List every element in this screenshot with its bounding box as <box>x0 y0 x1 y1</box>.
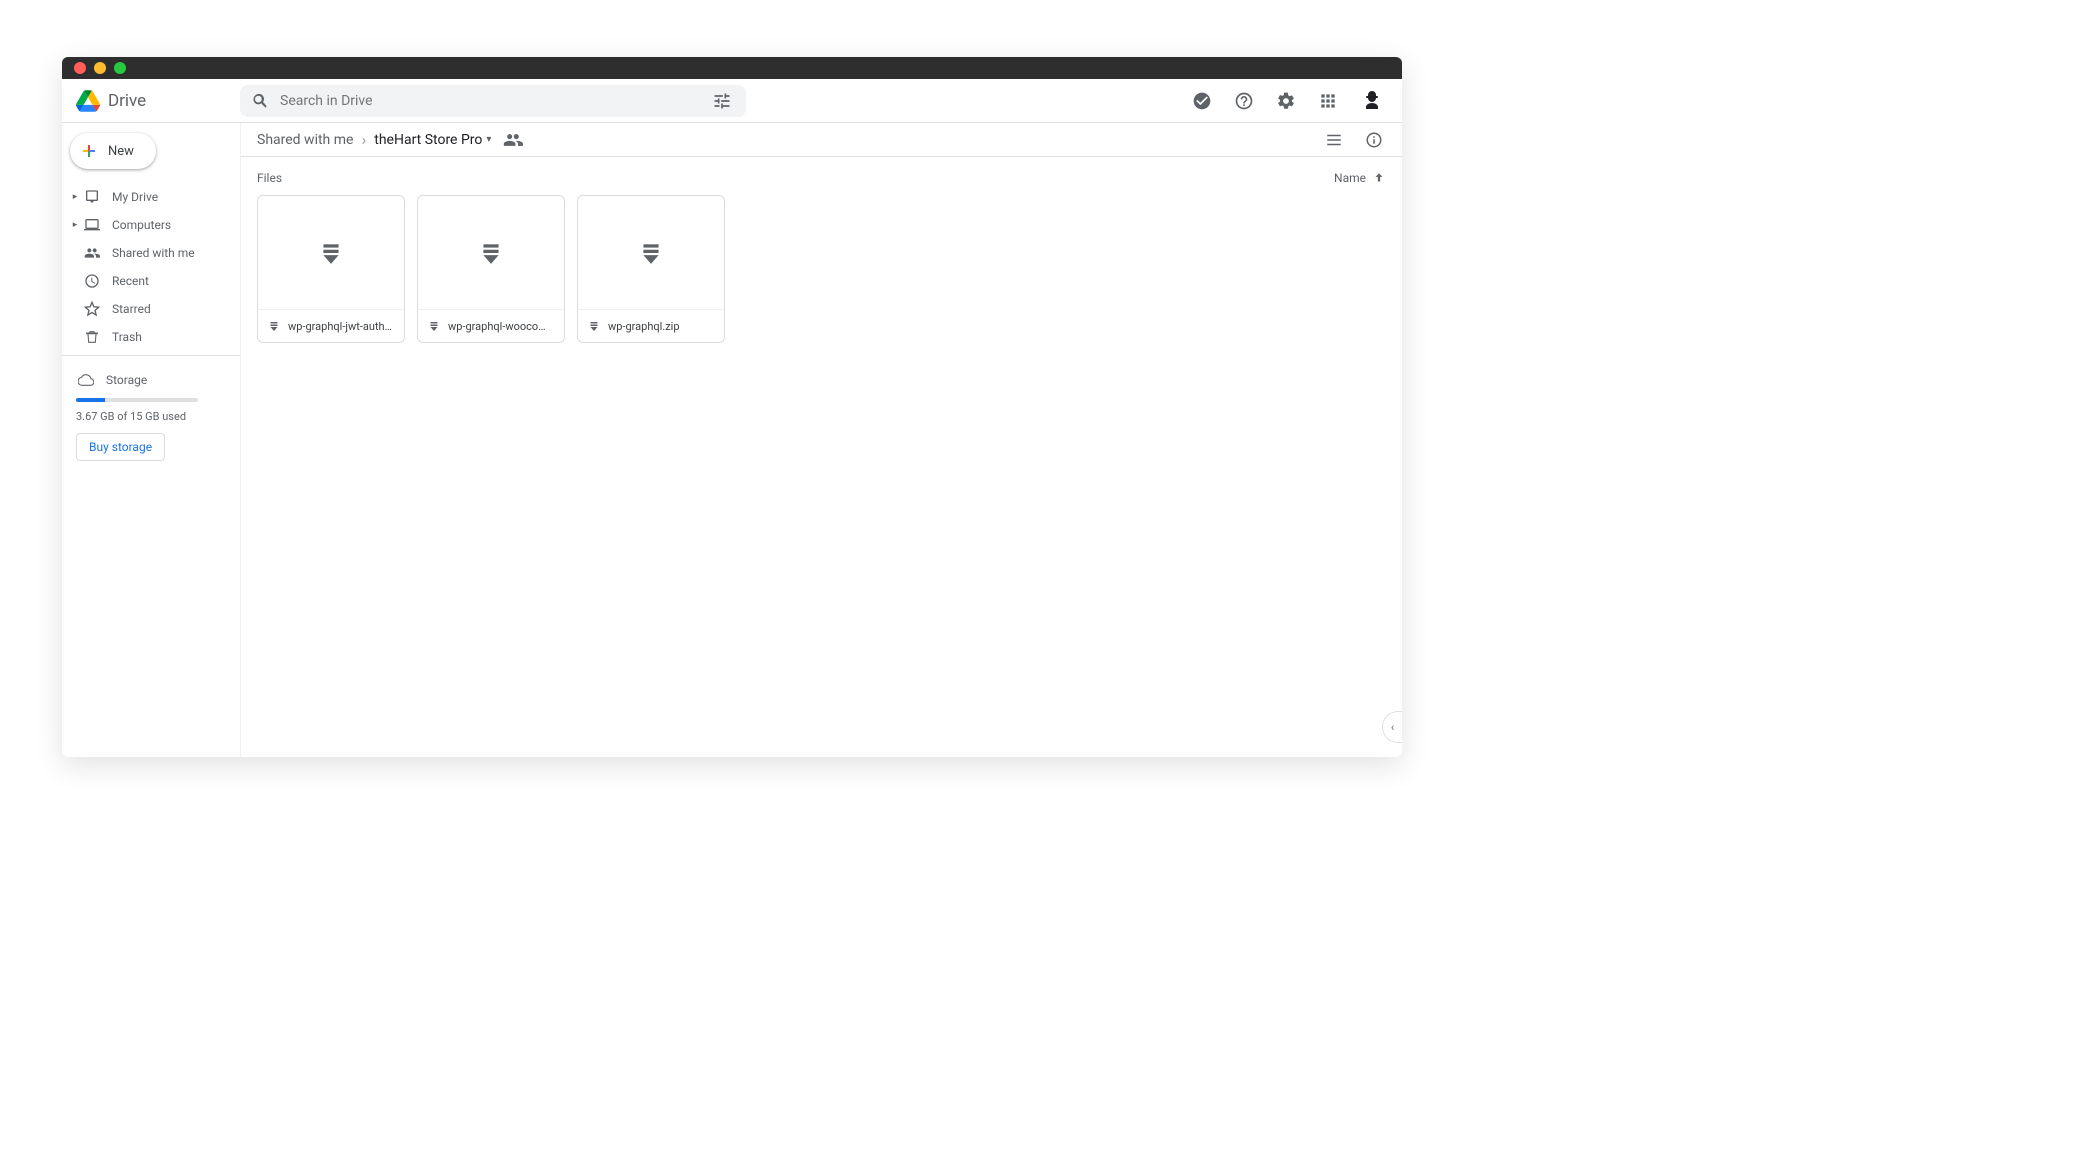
list-view-icon[interactable] <box>1322 128 1346 152</box>
arrow-up-icon <box>1372 171 1386 185</box>
breadcrumb-current[interactable]: theHart Store Pro ▾ <box>374 132 491 148</box>
file-card[interactable]: wp-graphql-jwt-authen… <box>257 195 405 343</box>
header-actions <box>1190 87 1386 115</box>
buy-storage-button[interactable]: Buy storage <box>76 433 165 461</box>
app-window: Drive <box>62 57 1402 757</box>
shared-folder-icon[interactable] <box>501 128 525 152</box>
search-icon <box>252 92 270 110</box>
sort-control[interactable]: Name <box>1334 171 1386 185</box>
my-drive-icon <box>82 189 102 205</box>
sidebar-item-computers[interactable]: ▸ Computers <box>62 211 240 239</box>
sidebar-item-recent[interactable]: Recent <box>62 267 240 295</box>
archive-icon <box>428 320 440 332</box>
content-area: Files Name wp- <box>241 157 1402 757</box>
settings-icon[interactable] <box>1274 89 1298 113</box>
file-card[interactable]: wp-graphql-woocomm… <box>417 195 565 343</box>
file-thumbnail <box>578 196 724 310</box>
divider <box>62 355 240 356</box>
storage-block: Storage 3.67 GB of 15 GB used Buy storag… <box>62 360 240 461</box>
sidebar-item-trash[interactable]: Trash <box>62 323 240 351</box>
breadcrumb-root[interactable]: Shared with me <box>257 132 353 148</box>
section-label: Files <box>257 171 282 185</box>
brand-label: Drive <box>108 91 146 111</box>
plus-icon <box>80 142 98 160</box>
sidebar-item-my-drive[interactable]: ▸ My Drive <box>62 183 240 211</box>
offline-status-icon[interactable] <box>1190 89 1214 113</box>
file-thumbnail <box>418 196 564 310</box>
search-bar[interactable] <box>240 85 746 117</box>
sidebar-item-label: Trash <box>112 330 142 344</box>
archive-icon <box>588 320 600 332</box>
minimize-window-button[interactable] <box>94 62 106 74</box>
archive-icon <box>638 240 664 266</box>
sidebar-item-label: My Drive <box>112 190 158 204</box>
main-panel: Shared with me › theHart Store Pro ▾ <box>240 123 1402 757</box>
archive-icon <box>318 240 344 266</box>
computers-icon <box>82 217 102 233</box>
file-name: wp-graphql.zip <box>608 320 680 333</box>
storage-usage-text: 3.67 GB of 15 GB used <box>76 410 226 423</box>
cloud-icon <box>76 372 96 388</box>
storage-label: Storage <box>106 373 147 387</box>
window-title-bar <box>62 57 1402 79</box>
brand[interactable]: Drive <box>76 89 240 113</box>
file-thumbnail <box>258 196 404 310</box>
archive-icon <box>478 240 504 266</box>
sidebar-item-label: Shared with me <box>112 246 195 260</box>
apps-grid-icon[interactable] <box>1316 89 1340 113</box>
sidebar-item-label: Computers <box>112 218 171 232</box>
sidebar-item-starred[interactable]: Starred <box>62 295 240 323</box>
search-options-icon[interactable] <box>710 89 734 113</box>
shared-icon <box>82 245 102 261</box>
sidebar-item-storage[interactable]: Storage <box>76 366 226 394</box>
side-panel-toggle[interactable]: ‹ <box>1382 711 1402 743</box>
info-icon[interactable] <box>1362 128 1386 152</box>
help-icon[interactable] <box>1232 89 1256 113</box>
chevron-down-icon[interactable]: ▾ <box>486 134 491 145</box>
new-button-label: New <box>108 144 134 159</box>
file-name: wp-graphql-woocomm… <box>448 320 554 333</box>
breadcrumb-current-label: theHart Store Pro <box>374 132 482 148</box>
storage-progress <box>76 398 198 402</box>
file-name: wp-graphql-jwt-authen… <box>288 320 394 333</box>
app-header: Drive <box>62 79 1402 123</box>
recent-icon <box>82 273 102 289</box>
sort-label: Name <box>1334 171 1366 185</box>
sidebar-item-label: Starred <box>112 302 151 316</box>
file-card[interactable]: wp-graphql.zip <box>577 195 725 343</box>
archive-icon <box>268 320 280 332</box>
nav: ▸ My Drive ▸ Computers Shared with me <box>62 183 240 360</box>
star-icon <box>82 301 102 317</box>
close-window-button[interactable] <box>74 62 86 74</box>
new-button[interactable]: New <box>70 133 156 169</box>
sidebar-item-label: Recent <box>112 274 149 288</box>
expand-icon[interactable]: ▸ <box>70 220 80 230</box>
drive-logo-icon <box>76 89 100 113</box>
file-grid: wp-graphql-jwt-authen… wp-graphql-woocom… <box>257 195 1386 343</box>
search-input[interactable] <box>280 93 710 109</box>
sidebar: New ▸ My Drive ▸ Computers <box>62 123 240 757</box>
expand-icon[interactable]: ▸ <box>70 192 80 202</box>
chevron-right-icon: › <box>361 130 366 149</box>
account-avatar[interactable] <box>1358 87 1386 115</box>
sidebar-item-shared[interactable]: Shared with me <box>62 239 240 267</box>
breadcrumb-bar: Shared with me › theHart Store Pro ▾ <box>241 123 1402 157</box>
trash-icon <box>82 329 102 345</box>
maximize-window-button[interactable] <box>114 62 126 74</box>
